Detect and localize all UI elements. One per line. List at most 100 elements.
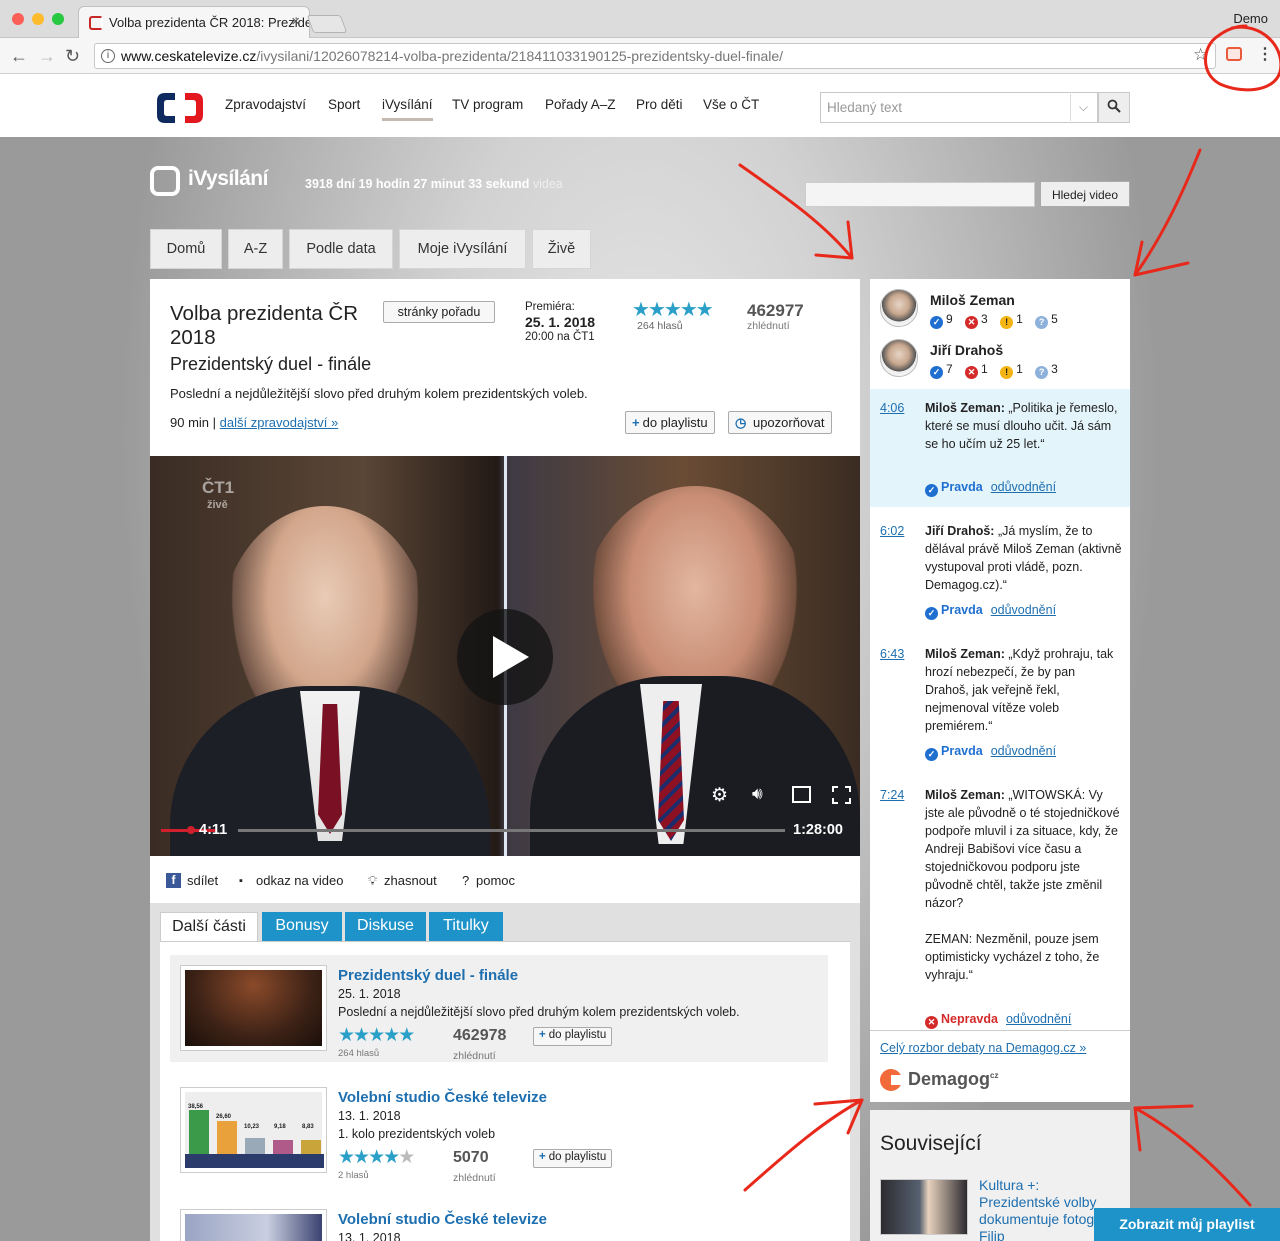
nav-sport[interactable]: Sport: [328, 97, 360, 112]
statement-time-link[interactable]: 7:24: [880, 788, 904, 802]
rating-stars[interactable]: ★★★★★: [632, 297, 714, 322]
tab-moje-ivysilani[interactable]: Moje iVysílání: [399, 229, 526, 269]
new-tab-button[interactable]: [306, 15, 348, 33]
add-to-playlist-button[interactable]: + do playlistu: [625, 411, 715, 434]
video-player[interactable]: ČT1 živě ⚙ 🔊︎ 4:11 1:28:00: [150, 456, 860, 856]
video-link-button[interactable]: odkaz na video: [256, 873, 343, 888]
bookmark-star-icon[interactable]: ☆: [1193, 45, 1208, 65]
forward-icon[interactable]: →: [38, 46, 56, 67]
chevron-down-icon[interactable]: ⌵: [1070, 94, 1096, 121]
info-icon[interactable]: i: [101, 49, 115, 63]
play-button[interactable]: [457, 609, 553, 705]
ivysilani-logo-icon[interactable]: [150, 166, 180, 196]
star-icon[interactable]: ★: [648, 299, 666, 321]
add-to-playlist-button[interactable]: + do playlistu: [533, 1149, 613, 1168]
tab-podle-data[interactable]: Podle data: [289, 229, 393, 269]
star-icon[interactable]: ★: [353, 1025, 370, 1046]
progress-track[interactable]: [238, 829, 785, 832]
nav-zpravodajstvi[interactable]: Zpravodajství: [225, 97, 306, 112]
tab-zive[interactable]: Živě: [532, 229, 591, 269]
star-icon[interactable]: ★: [383, 1025, 400, 1046]
full-analysis-link[interactable]: Celý rozbor debaty na Demagog.cz »: [880, 1041, 1086, 1055]
ivysilani-logo-text[interactable]: iVysílání: [188, 167, 268, 191]
browser-menu-icon[interactable]: ⋮: [1257, 44, 1273, 64]
nav-pro-deti[interactable]: Pro děti: [636, 97, 683, 112]
video-search-button[interactable]: Hledej video: [1040, 181, 1130, 207]
episode-link[interactable]: Volební studio České televize: [338, 1089, 547, 1106]
episode-link[interactable]: Volební studio České televize: [338, 1211, 547, 1228]
list-item[interactable]: Volební studio České televize 13. 1. 201…: [170, 1199, 828, 1241]
star-icon[interactable]: ★: [338, 1147, 355, 1168]
help-button[interactable]: pomoc: [476, 873, 515, 888]
lightbulb-icon[interactable]: 💡︎: [368, 873, 377, 889]
tab-a-z[interactable]: A-Z: [228, 229, 283, 269]
notify-button[interactable]: ◷ upozorňovat: [728, 411, 832, 434]
star-icon[interactable]: ★: [632, 299, 650, 321]
browser-tab[interactable]: Volba prezidenta ČR 2018: Prezidentský d…: [78, 6, 310, 38]
address-bar[interactable]: i www.ceskatelevize.cz/ivysilani/1202607…: [94, 43, 1216, 69]
star-icon[interactable]: ★: [696, 299, 714, 321]
show-playlist-button[interactable]: Zobrazit můj playlist: [1094, 1208, 1280, 1241]
related-thumbnail[interactable]: [880, 1179, 968, 1235]
lights-off-button[interactable]: zhasnout: [384, 873, 437, 888]
window-close-button[interactable]: [12, 13, 24, 25]
list-item[interactable]: Prezidentský duel - finále 25. 1. 2018 P…: [170, 955, 828, 1062]
link-icon[interactable]: ▪: [239, 875, 243, 887]
justification-link[interactable]: odůvodnění: [991, 744, 1056, 758]
nav-vse-o-ct[interactable]: Vše o ČT: [703, 97, 759, 112]
add-to-playlist-button[interactable]: + do playlistu: [533, 1027, 613, 1046]
tab-domu[interactable]: Domů: [150, 229, 222, 269]
star-icon[interactable]: ★: [398, 1147, 415, 1168]
statement-time-link[interactable]: 4:06: [880, 401, 904, 415]
rating-stars[interactable]: ★★★★★: [338, 1146, 415, 1169]
episode-thumbnail[interactable]: [180, 965, 327, 1051]
search-button[interactable]: [1098, 92, 1130, 123]
reload-icon[interactable]: ↻: [65, 46, 80, 67]
demagog-extension-icon[interactable]: [1226, 47, 1242, 61]
statement-time-link[interactable]: 6:43: [880, 647, 904, 661]
ct-logo[interactable]: [155, 91, 205, 125]
nav-tv-program[interactable]: TV program: [452, 97, 523, 112]
star-icon[interactable]: ★: [368, 1025, 385, 1046]
back-icon[interactable]: ←: [10, 46, 28, 67]
justification-link[interactable]: odůvodnění: [991, 603, 1056, 617]
star-icon[interactable]: ★: [368, 1147, 385, 1168]
window-minimize-button[interactable]: [32, 13, 44, 25]
volume-icon[interactable]: 🔊︎: [752, 784, 763, 804]
facebook-icon[interactable]: f: [166, 873, 181, 888]
fullscreen-icon[interactable]: [832, 786, 851, 804]
episode-thumbnail[interactable]: [180, 1209, 327, 1241]
episode-link[interactable]: Prezidentský duel - finále: [338, 967, 518, 984]
tab-titulky[interactable]: Titulky: [429, 912, 503, 942]
tab-close-icon[interactable]: ×: [291, 13, 300, 30]
star-icon[interactable]: ★: [398, 1025, 415, 1046]
episode-thumbnail[interactable]: 38,56 26,60 10,23 9,18 8,83: [180, 1087, 327, 1173]
justification-link[interactable]: odůvodnění: [991, 480, 1056, 494]
star-icon[interactable]: ★: [680, 299, 698, 321]
justification-link[interactable]: odůvodnění: [1006, 1012, 1071, 1026]
share-button[interactable]: sdílet: [187, 873, 218, 888]
tab-bonusy[interactable]: Bonusy: [262, 912, 342, 942]
demagog-logo-text[interactable]: Demagogcz: [908, 1069, 998, 1090]
profile-name[interactable]: Demo: [1233, 11, 1268, 26]
tab-dalsi-casti[interactable]: Další části: [160, 912, 258, 942]
star-icon[interactable]: ★: [338, 1025, 355, 1046]
list-item[interactable]: 38,56 26,60 10,23 9,18 8,83 Volební stud…: [170, 1077, 828, 1184]
tab-diskuse[interactable]: Diskuse: [345, 912, 426, 942]
statement-time-link[interactable]: 6:02: [880, 524, 904, 538]
program-page-button[interactable]: stránky pořadu: [383, 301, 495, 323]
star-icon[interactable]: ★: [664, 299, 682, 321]
nav-ivysilani[interactable]: iVysílání: [382, 97, 433, 121]
site-search-input[interactable]: Hledaný text: [820, 92, 1098, 123]
star-icon[interactable]: ★: [353, 1147, 370, 1168]
star-icon[interactable]: ★: [383, 1147, 400, 1168]
window-maximize-button[interactable]: [52, 13, 64, 25]
video-search-input[interactable]: [805, 182, 1035, 207]
progress-handle[interactable]: [187, 826, 195, 834]
more-news-link[interactable]: další zpravodajství »: [220, 415, 339, 430]
rating-stars[interactable]: ★★★★★: [338, 1024, 415, 1047]
demagog-logo-icon[interactable]: [880, 1069, 902, 1091]
popout-icon[interactable]: [792, 786, 811, 803]
gear-icon[interactable]: ⚙: [711, 784, 728, 807]
nav-porady-az[interactable]: Pořady A–Z: [545, 97, 616, 112]
